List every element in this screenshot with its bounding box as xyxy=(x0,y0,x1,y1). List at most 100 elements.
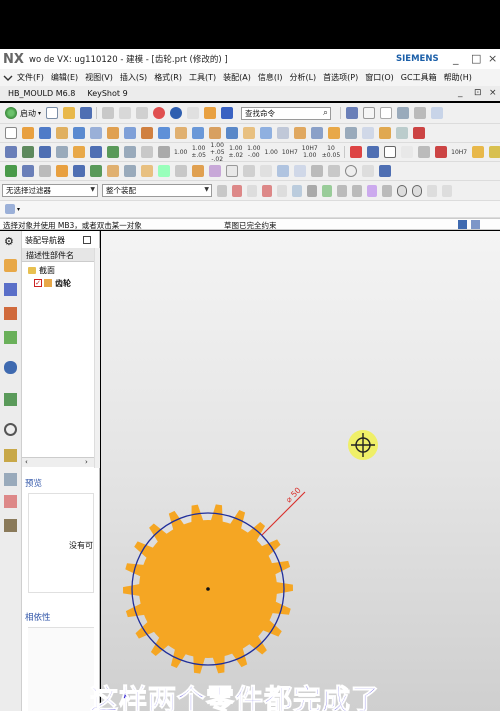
quick-trim-icon[interactable] xyxy=(175,165,187,177)
maximize-button[interactable]: □ xyxy=(471,52,481,65)
constraint-navigator-icon[interactable] xyxy=(4,283,17,296)
center-point[interactable] xyxy=(206,587,210,591)
offset-face-icon[interactable] xyxy=(294,127,306,139)
table-note-icon[interactable] xyxy=(472,146,485,158)
process-studio-icon[interactable] xyxy=(4,473,17,486)
deselect-icon[interactable] xyxy=(262,184,272,197)
sketch-icon[interactable] xyxy=(5,127,17,139)
body-select-icon[interactable] xyxy=(307,184,317,197)
finish-sketch-icon[interactable] xyxy=(5,165,17,177)
triangle-icon[interactable] xyxy=(384,146,397,158)
view-pick-icon[interactable] xyxy=(5,204,15,214)
command-search-input[interactable]: 查找命令 ⌕ xyxy=(241,106,332,120)
subtract-icon[interactable] xyxy=(141,127,153,139)
parts-list-icon[interactable] xyxy=(489,146,500,158)
profile-icon[interactable] xyxy=(39,165,51,177)
assembly-navigator-icon[interactable] xyxy=(4,259,17,272)
more-tools-icon[interactable] xyxy=(413,127,425,139)
web-browser-icon[interactable] xyxy=(4,361,17,374)
constraints-icon[interactable] xyxy=(226,165,238,177)
boss-icon[interactable] xyxy=(73,127,85,139)
menu-information[interactable]: 信息(I) xyxy=(258,72,283,83)
menu-file[interactable]: 文件(F) xyxy=(17,72,44,83)
circle-icon[interactable] xyxy=(73,165,85,177)
arc-center-snap-icon[interactable] xyxy=(382,184,392,197)
system-materials-icon[interactable] xyxy=(4,449,17,462)
detail-view-icon[interactable] xyxy=(107,146,119,158)
sheet-icon[interactable] xyxy=(39,146,51,158)
window-icon[interactable] xyxy=(431,107,444,119)
point-on-curve-snap-icon[interactable] xyxy=(412,184,422,197)
menu-view[interactable]: 视图(V) xyxy=(85,72,113,83)
chevron-down-icon[interactable]: ▾ xyxy=(17,206,20,213)
project-curve-icon[interactable] xyxy=(158,165,170,177)
midpoint-snap-icon[interactable] xyxy=(337,184,347,197)
mirror-icon[interactable] xyxy=(243,127,255,139)
command-finder-icon[interactable] xyxy=(221,107,234,119)
repeat-command-icon[interactable] xyxy=(204,107,217,119)
scroll-left-icon[interactable]: ‹ xyxy=(25,458,28,466)
sew-icon[interactable] xyxy=(277,127,289,139)
tab-hb-mould[interactable]: HB_MOULD M6.8 xyxy=(8,89,75,98)
line-icon[interactable] xyxy=(380,107,393,119)
surface-finish-icon[interactable] xyxy=(401,146,414,158)
section-icon[interactable] xyxy=(396,127,408,139)
dim-style-6[interactable]: 1.00 xyxy=(264,149,277,156)
gear-icon[interactable]: ⚙ xyxy=(4,235,17,248)
menu-format[interactable]: 格式(R) xyxy=(154,72,182,83)
cut-icon[interactable] xyxy=(102,107,115,119)
filter-icon[interactable] xyxy=(217,184,227,197)
tree-node-gear[interactable]: ✓ 齿轮 xyxy=(34,277,71,289)
type-filter-select[interactable]: 无选择过滤器 ▼ xyxy=(2,184,98,197)
redo-icon[interactable] xyxy=(187,107,200,119)
save-icon[interactable] xyxy=(80,107,93,119)
pen-icon[interactable] xyxy=(350,146,363,158)
base-view-icon[interactable] xyxy=(56,146,68,158)
menu-gc-toolbox[interactable]: GC工具箱 xyxy=(401,72,437,83)
menu-assembly[interactable]: 装配(A) xyxy=(223,72,251,83)
dim-style-9[interactable]: 10 ±0.05 xyxy=(322,145,340,159)
start-dropdown-icon[interactable]: ▾ xyxy=(38,110,41,117)
no-snap-icon[interactable] xyxy=(345,165,357,177)
diameter-dimension-label[interactable]: ⌀ 50 xyxy=(284,486,303,505)
graphics-window[interactable]: ⌀ 50 xyxy=(101,231,500,711)
dim-style-1[interactable]: 1.00 xyxy=(174,149,187,156)
dimension-icon[interactable] xyxy=(158,146,170,158)
dim-style-5[interactable]: 1.00 -.00 xyxy=(247,145,260,159)
projected-view-icon[interactable] xyxy=(73,146,85,158)
copy-icon[interactable] xyxy=(119,107,132,119)
measure-icon[interactable] xyxy=(379,127,391,139)
feature-control-icon[interactable] xyxy=(367,146,380,158)
pattern-curve-icon[interactable] xyxy=(277,165,289,177)
fillet-icon[interactable] xyxy=(107,165,119,177)
blend-icon[interactable] xyxy=(175,127,187,139)
paste-icon[interactable] xyxy=(136,107,149,119)
intersection-snap-icon[interactable] xyxy=(367,184,377,197)
delete-icon[interactable] xyxy=(153,107,166,119)
draft-icon[interactable] xyxy=(311,127,323,139)
layout-icon[interactable] xyxy=(346,107,359,119)
cylinder-icon[interactable] xyxy=(107,127,119,139)
id-symbol-icon[interactable] xyxy=(435,146,448,158)
thread-icon[interactable] xyxy=(328,127,340,139)
layout-icon[interactable] xyxy=(458,220,467,229)
unite-icon[interactable] xyxy=(124,127,136,139)
dependency-section-title[interactable]: 相依性 xyxy=(22,611,100,623)
point-on-face-snap-icon[interactable] xyxy=(427,184,437,197)
dim-style-8[interactable]: 10H7 1.00 xyxy=(302,145,318,159)
sketch-plane-icon[interactable] xyxy=(22,165,34,177)
weld-symbol-icon[interactable] xyxy=(418,146,431,158)
block-icon[interactable] xyxy=(90,127,102,139)
dim-style-7[interactable]: 10H7 xyxy=(282,149,298,156)
preview-section-title[interactable]: 预览 xyxy=(22,477,100,489)
tab-minimize-button[interactable]: _ xyxy=(458,88,463,98)
rectangle-select-icon[interactable] xyxy=(277,184,287,197)
menu-analysis[interactable]: 分析(L) xyxy=(289,72,316,83)
synchronous-icon[interactable] xyxy=(362,127,374,139)
offset-curve-icon[interactable] xyxy=(141,165,153,177)
extrude-icon[interactable] xyxy=(22,127,34,139)
dim-style-10[interactable]: 10H7 xyxy=(451,149,467,156)
scroll-right-icon[interactable]: › xyxy=(85,458,88,466)
select-all-icon[interactable] xyxy=(247,184,257,197)
chamfer-icon[interactable] xyxy=(192,127,204,139)
